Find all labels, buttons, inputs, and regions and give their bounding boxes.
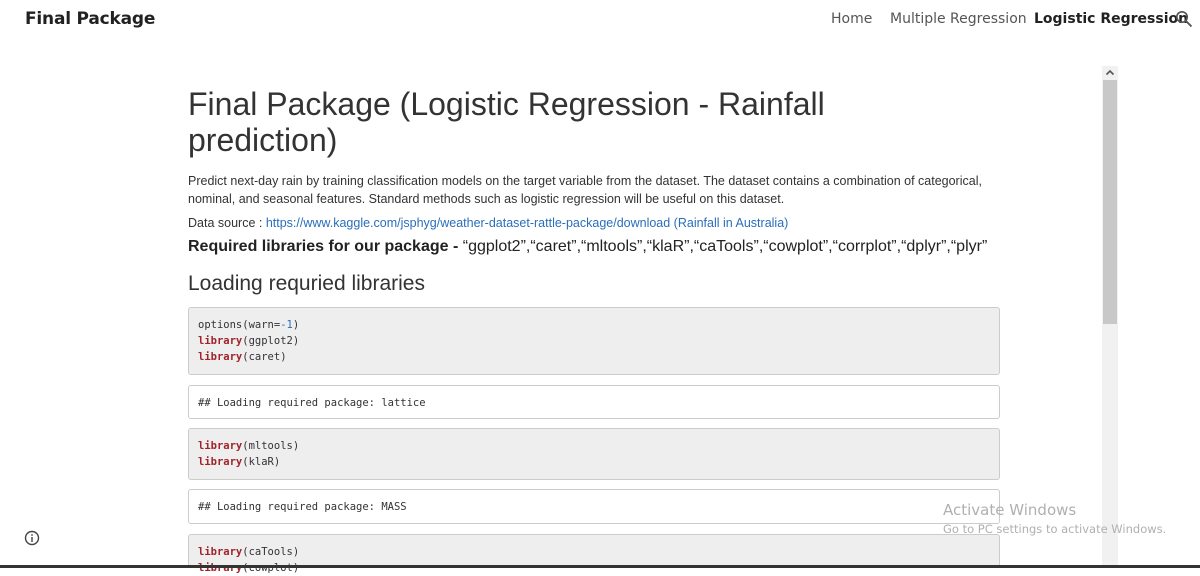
activate-windows-watermark: Activate Windows Go to PC settings to ac… [943, 501, 1166, 536]
document-content: Final Package (Logistic Regression - Rai… [188, 86, 1004, 296]
top-navigation: Final Package Home Multiple Regression L… [0, 0, 1200, 40]
watermark-subtitle: Go to PC settings to activate Windows. [943, 522, 1167, 536]
info-icon[interactable] [24, 530, 40, 546]
search-icon[interactable] [1175, 10, 1193, 28]
chevron-up-icon [1105, 69, 1115, 76]
code-line: library(caTools) [198, 546, 300, 558]
scrollbar-thumb[interactable] [1103, 80, 1117, 324]
code-block: library(caTools) library(cowplot) [188, 534, 1000, 574]
required-libraries-label: Required libraries for our package - [188, 238, 463, 255]
watermark-title: Activate Windows [943, 501, 1077, 519]
data-source-label: Data source : [188, 216, 266, 230]
code-line: options(warn=-1) [198, 319, 300, 331]
page-description: Predict next-day rain by training classi… [188, 174, 982, 206]
page-title: Final Package (Logistic Regression - Rai… [188, 86, 825, 158]
code-line: library(mltools) [198, 440, 300, 452]
required-libraries-list: “ggplot2”,“caret”,“mltools”,“klaR”,“caTo… [462, 238, 988, 255]
scroll-up-button[interactable] [1102, 66, 1118, 80]
site-title[interactable]: Final Package [25, 9, 155, 29]
code-line: library(klaR) [198, 456, 281, 468]
nav-home[interactable]: Home [831, 11, 872, 27]
data-source: Data source : https://www.kaggle.com/jsp… [188, 216, 1004, 230]
code-output: ## Loading required package: MASS [188, 489, 1000, 524]
section-heading: Loading requried libraries [188, 272, 425, 295]
nav-logistic-regression[interactable]: Logistic Regression [1034, 11, 1188, 27]
code-line: library(caret) [198, 351, 287, 363]
code-line: library(cowplot) [198, 562, 300, 574]
code-output: ## Loading required package: lattice [188, 385, 1000, 419]
data-source-link[interactable]: https://www.kaggle.com/jsphyg/weather-da… [266, 216, 789, 230]
code-line: library(ggplot2) [198, 335, 300, 347]
code-block: options(warn=-1) library(ggplot2) librar… [188, 307, 1000, 375]
nav-multiple-regression[interactable]: Multiple Regression [890, 11, 1027, 27]
required-libraries: Required libraries for our package - “gg… [188, 238, 1004, 256]
code-block: library(mltools) library(klaR) [188, 428, 1000, 480]
